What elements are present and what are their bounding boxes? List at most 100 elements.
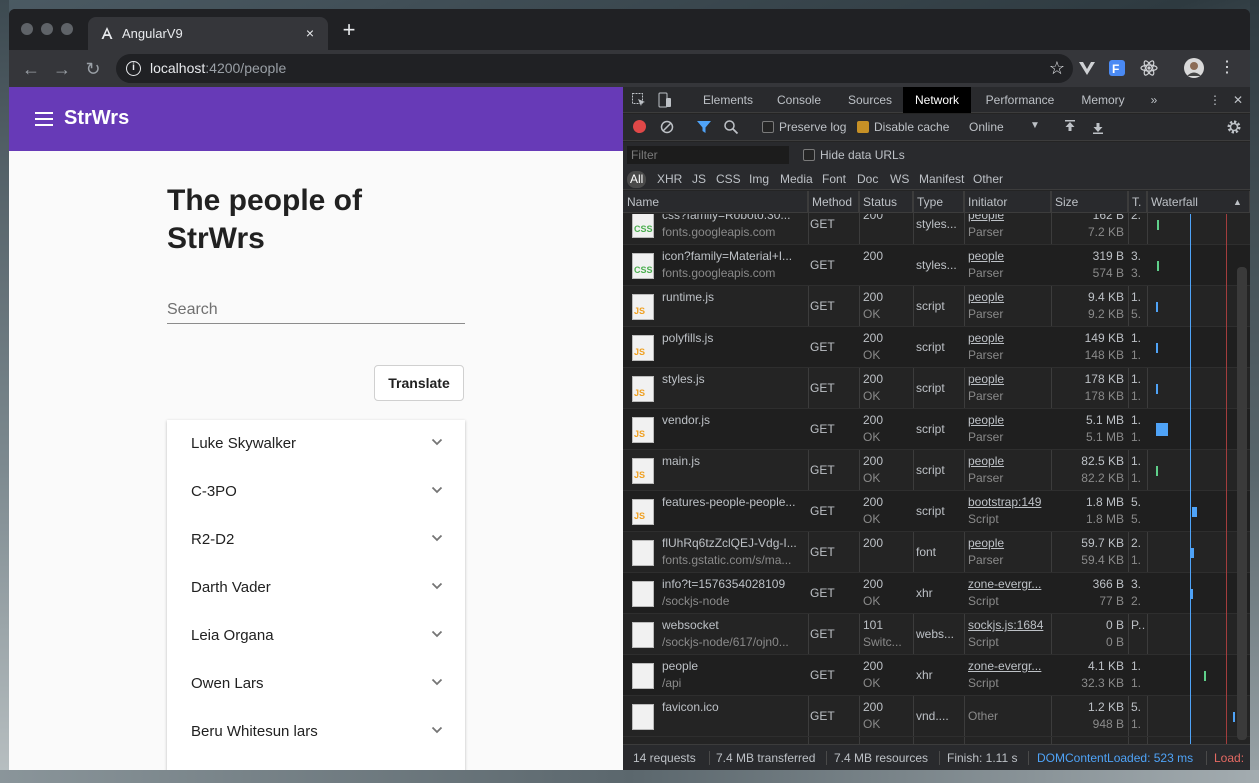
hide-data-urls-checkbox[interactable] [803, 149, 815, 161]
minimize-window-button[interactable] [41, 23, 53, 35]
request-initiator[interactable]: zone-evergr... [968, 577, 1048, 591]
table-row[interactable]: info?t=1576354028109/sockjs-node GET 200 OK… [623, 573, 1250, 614]
translate-button[interactable]: Translate [374, 365, 464, 401]
tab-performance[interactable]: Performance [978, 87, 1062, 113]
request-initiator[interactable]: people [968, 214, 1048, 222]
request-initiator[interactable]: sockjs.js:1684 [968, 618, 1048, 632]
request-initiator[interactable]: people [968, 290, 1048, 304]
list-item[interactable]: Owen Lars [167, 660, 465, 708]
tab-elements[interactable]: Elements [697, 87, 759, 113]
chevron-down-icon[interactable] [431, 484, 443, 496]
tab-sources[interactable]: Sources [837, 87, 903, 113]
forward-button[interactable]: → [51, 58, 73, 80]
preserve-log-checkbox[interactable] [762, 121, 774, 133]
search-icon[interactable] [723, 119, 739, 135]
request-name[interactable]: info?t=1576354028109 [662, 577, 804, 591]
request-name[interactable]: runtime.js [662, 290, 804, 304]
column-header-t[interactable]: T. [1128, 191, 1147, 213]
chevron-down-icon[interactable] [431, 532, 443, 544]
reload-button[interactable]: ↻ [82, 58, 104, 80]
search-field[interactable] [167, 297, 465, 324]
column-header-size[interactable]: Size [1051, 191, 1128, 213]
inspect-element-icon[interactable] [631, 92, 647, 108]
export-har-icon[interactable] [1090, 119, 1106, 135]
chevron-down-icon[interactable] [431, 676, 443, 688]
url-text[interactable]: localhost:4200/people [150, 60, 286, 76]
type-filter-manifest[interactable]: Manifest [919, 171, 964, 188]
close-tab-icon[interactable]: × [300, 23, 320, 43]
type-filter-ws[interactable]: WS [890, 171, 909, 188]
filter-input[interactable]: Filter [627, 146, 789, 164]
request-initiator[interactable]: people [968, 413, 1048, 427]
chevron-down-icon[interactable] [431, 628, 443, 640]
request-name[interactable]: people [662, 659, 804, 673]
table-row[interactable]: JS polyfills.js GET 200 OK script people Parser… [623, 327, 1250, 368]
request-name[interactable]: icon?family=Material+I... [662, 249, 804, 263]
table-row[interactable]: CSS css?family=Roboto:30... fonts.googleap… [623, 214, 1250, 245]
request-name[interactable]: polyfills.js [662, 331, 804, 345]
profile-avatar[interactable] [1184, 58, 1204, 78]
list-item[interactable]: Luke Skywalker [167, 420, 465, 468]
react-devtools-extension-icon[interactable] [1139, 58, 1159, 78]
table-row[interactable]: CSS icon?family=Material+I... fonts.google… [623, 245, 1250, 286]
table-row[interactable]: JS styles.js GET 200 OK script people Parser 178… [623, 368, 1250, 409]
request-name[interactable]: flUhRq6tzZclQEJ-Vdg-I... [662, 536, 804, 550]
request-initiator[interactable]: people [968, 331, 1048, 345]
request-name[interactable]: styles.js [662, 372, 804, 386]
request-name[interactable]: main.js [662, 454, 804, 468]
request-name[interactable]: favicon.ico [662, 700, 804, 714]
type-filter-css[interactable]: CSS [716, 171, 741, 188]
record-button[interactable] [633, 120, 646, 133]
list-item[interactable]: Leia Organa [167, 612, 465, 660]
network-settings-gear-icon[interactable] [1226, 119, 1242, 135]
column-header-type[interactable]: Type [913, 191, 964, 213]
filter-icon[interactable] [696, 119, 712, 135]
table-row[interactable]: people/api GET 200 OK xhr zone-evergr... Scrip… [623, 655, 1250, 696]
request-name[interactable]: features-people-people... [662, 495, 804, 509]
more-tabs-icon[interactable]: » [1145, 87, 1163, 113]
chevron-down-icon[interactable] [431, 724, 443, 736]
request-initiator[interactable]: zone-evergr... [968, 659, 1048, 673]
import-har-icon[interactable] [1062, 119, 1078, 135]
tab-memory[interactable]: Memory [1071, 87, 1135, 113]
type-filter-img[interactable]: Img [749, 171, 769, 188]
type-filter-font[interactable]: Font [822, 171, 846, 188]
request-initiator[interactable]: people [968, 536, 1048, 550]
search-input[interactable] [167, 297, 465, 323]
list-item[interactable]: R2-D2 [167, 516, 465, 564]
column-header-status[interactable]: Status [859, 191, 913, 213]
vue-devtools-extension-icon[interactable] [1077, 58, 1097, 78]
bookmark-star-icon[interactable]: ☆ [1049, 58, 1065, 79]
sort-ascending-icon[interactable]: ▲ [1229, 191, 1245, 213]
type-filter-all[interactable]: All [627, 171, 647, 188]
type-filter-xhr[interactable]: XHR [657, 171, 682, 188]
request-name[interactable]: css?family=Roboto:30... [662, 214, 804, 222]
table-row[interactable]: JS vendor.js GET 200 OK script people Parser 5.1… [623, 409, 1250, 450]
devtools-menu-icon[interactable]: ⋮ [1208, 87, 1222, 113]
table-row[interactable]: JS features-people-people... GET 200 OK scrip… [623, 491, 1250, 532]
list-item[interactable]: C-3PO [167, 468, 465, 516]
disable-cache-checkbox[interactable] [857, 121, 869, 133]
chevron-down-icon[interactable] [431, 436, 443, 448]
extension-f-icon[interactable]: F [1107, 58, 1127, 78]
site-info-icon[interactable]: i [126, 61, 141, 76]
request-initiator[interactable]: bootstrap:149 [968, 495, 1048, 509]
chevron-down-icon[interactable] [431, 580, 443, 592]
table-row[interactable]: JS runtime.js GET 200 OK script people Parser 9.… [623, 286, 1250, 327]
request-initiator[interactable]: people [968, 454, 1048, 468]
tab-console[interactable]: Console [767, 87, 831, 113]
new-tab-button[interactable]: + [338, 19, 360, 41]
column-header-initiator[interactable]: Initiator [964, 191, 1051, 213]
table-row[interactable]: JS main.js GET 200 OK script people Parser 82.5 … [623, 450, 1250, 491]
throttling-select[interactable]: Online [969, 120, 1004, 134]
request-name[interactable]: vendor.js [662, 413, 804, 427]
list-item[interactable]: Darth Vader [167, 564, 465, 612]
browser-menu-icon[interactable]: ⋮ [1219, 58, 1235, 78]
back-button[interactable]: ← [20, 58, 42, 80]
column-header-name[interactable]: Name [623, 191, 808, 213]
request-name[interactable]: websocket [662, 618, 804, 632]
type-filter-other[interactable]: Other [973, 171, 1003, 188]
menu-icon[interactable] [35, 112, 53, 126]
close-devtools-icon[interactable]: ✕ [1231, 87, 1245, 113]
request-initiator[interactable]: people [968, 372, 1048, 386]
